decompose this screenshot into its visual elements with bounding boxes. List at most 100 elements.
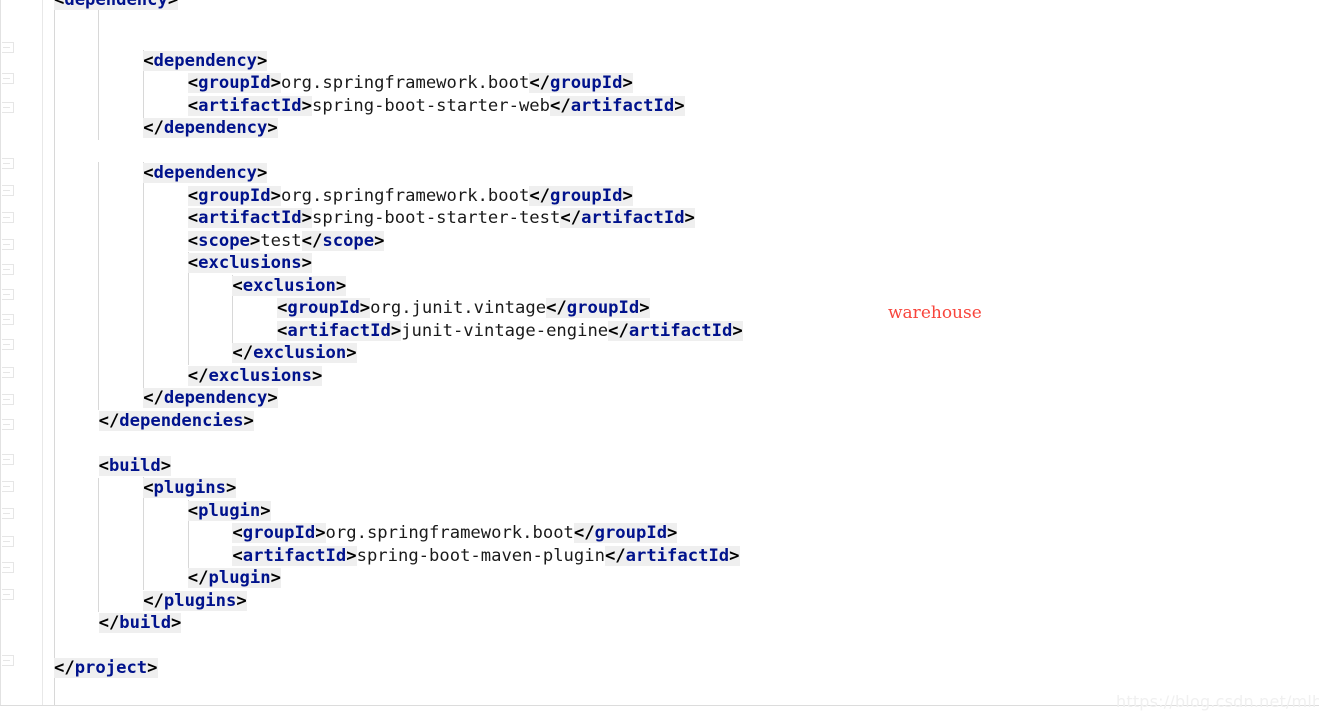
token-run-highlighted: <plugin> [187, 501, 271, 521]
xml-punctuation: > [622, 186, 633, 206]
xml-tag-name: groupId [566, 298, 640, 318]
token-run-highlighted: </groupId> [529, 186, 633, 206]
xml-tag-name: build [119, 613, 172, 633]
xml-punctuation: > [267, 388, 278, 408]
code-line[interactable]: <scope>test</scope> [187, 230, 385, 253]
code-editor-viewport[interactable]: <dependency> <dependency> <groupId>org.spr… [0, 0, 1319, 719]
xml-punctuation: </ [232, 343, 254, 363]
token-run-highlighted: </plugins> [143, 591, 247, 611]
code-line[interactable]: <dependency> [54, 0, 179, 12]
xml-punctuation: > [301, 253, 312, 273]
xml-punctuation: < [187, 501, 199, 521]
xml-punctuation: < [98, 456, 109, 476]
xml-tag-name: artifactId [581, 208, 685, 228]
xml-punctuation: < [277, 298, 288, 318]
code-line[interactable]: <exclusions> [187, 252, 312, 275]
code-line[interactable]: <dependency> [143, 162, 268, 185]
token-run-highlighted: </scope> [301, 231, 385, 251]
xml-punctuation: > [346, 343, 357, 363]
token-run-highlighted: <groupId> [187, 73, 281, 93]
xml-tag-name: exclusion [253, 343, 347, 363]
code-line[interactable]: <plugins> [143, 477, 237, 500]
xml-text-value: spring-boot-starter-test [312, 208, 561, 228]
xml-tag-name: dependency [153, 163, 258, 183]
code-line[interactable]: <plugin> [187, 500, 271, 523]
xml-punctuation: > [270, 73, 281, 93]
token-run-highlighted: </artifactId> [560, 208, 695, 228]
xml-tag-name: project [74, 658, 148, 678]
token-run-highlighted: <groupId> [277, 298, 371, 318]
xml-punctuation: > [374, 231, 385, 251]
code-lines-container[interactable]: <dependency> <dependency> <groupId>org.spr… [0, 0, 1319, 705]
code-line[interactable]: </project> [54, 657, 158, 680]
code-line[interactable]: <groupId>org.junit.vintage</groupId> [277, 297, 650, 320]
xml-punctuation: > [257, 163, 268, 183]
warehouse-annotation: warehouse [888, 303, 982, 323]
xml-punctuation: </ [143, 388, 164, 408]
code-line[interactable]: <build> [98, 455, 172, 478]
code-line[interactable]: <groupId>org.springframework.boot</group… [187, 185, 633, 208]
xml-punctuation: > [359, 298, 371, 318]
xml-tag-name: scope [198, 231, 250, 251]
xml-tag-name: dependency [163, 388, 268, 408]
token-run-highlighted: <build> [98, 456, 172, 476]
code-line[interactable]: </build> [98, 612, 182, 635]
xml-tag-name: groupId [287, 298, 360, 318]
token-run-highlighted: </artifactId> [550, 96, 685, 116]
xml-punctuation: </ [608, 321, 629, 341]
xml-tag-name: artifactId [628, 321, 733, 341]
code-line[interactable]: </dependency> [143, 387, 278, 410]
xml-tag-name: artifactId [198, 208, 302, 228]
xml-punctuation: > [225, 478, 237, 498]
xml-punctuation: > [311, 366, 323, 386]
code-line[interactable]: <groupId>org.springframework.boot</group… [187, 72, 633, 95]
xml-punctuation: > [171, 613, 182, 633]
xml-punctuation: > [639, 298, 650, 318]
code-line[interactable]: </plugins> [143, 590, 247, 613]
code-line[interactable]: <artifactId>spring-boot-starter-test</ar… [187, 207, 695, 230]
xml-tag-name: build [108, 456, 161, 476]
xml-tag-name: plugins [163, 591, 237, 611]
code-line[interactable]: <exclusion> [232, 275, 347, 298]
xml-tag-name: groupId [550, 186, 623, 206]
xml-text-value: junit-vintage-engine [401, 321, 609, 341]
xml-punctuation: </ [187, 568, 209, 588]
code-line[interactable]: <dependency> [143, 50, 268, 73]
token-run-highlighted: <groupId> [187, 186, 281, 206]
xml-punctuation: > [236, 591, 247, 611]
xml-tag-name: exclusions [208, 366, 312, 386]
token-run-highlighted: </dependencies> [98, 411, 254, 431]
code-line[interactable]: <artifactId>junit-vintage-engine</artifa… [277, 320, 743, 343]
token-run-highlighted: <artifactId> [232, 546, 357, 566]
token-run-highlighted: </groupId> [546, 298, 650, 318]
xml-punctuation: > [315, 523, 326, 543]
xml-text-value: spring-boot-maven-plugin [356, 546, 605, 566]
xml-punctuation: < [232, 276, 243, 296]
token-run-highlighted: </artifactId> [608, 321, 743, 341]
token-run-highlighted: <exclusions> [187, 253, 312, 273]
token-run-highlighted: <artifactId> [277, 321, 402, 341]
code-line[interactable]: </exclusions> [187, 365, 323, 388]
code-line[interactable]: </dependency> [143, 117, 278, 140]
code-line[interactable]: <groupId>org.springframework.boot</group… [232, 522, 678, 545]
xml-punctuation: > [684, 208, 695, 228]
code-line[interactable]: </exclusion> [232, 342, 357, 365]
xml-punctuation: > [167, 0, 179, 10]
token-run-plain: spring-boot-maven-plugin [357, 546, 605, 566]
code-line[interactable]: </plugin> [187, 567, 281, 590]
xml-punctuation: > [667, 523, 678, 543]
xml-punctuation: </ [550, 96, 571, 116]
token-run-highlighted: </dependency> [143, 388, 278, 408]
code-line[interactable]: <artifactId>spring-boot-starter-web</art… [187, 95, 685, 118]
token-run-highlighted: <plugins> [143, 478, 237, 498]
code-line[interactable]: </dependencies> [98, 410, 254, 433]
csdn-blog-watermark: https://blog.csdn.net/mlh955 [1116, 692, 1319, 711]
token-run-highlighted: <dependency> [54, 0, 179, 10]
xml-punctuation: > [260, 501, 271, 521]
token-run-highlighted: <scope> [187, 231, 261, 251]
token-run-highlighted: <exclusion> [232, 276, 347, 296]
code-line[interactable]: <artifactId>spring-boot-maven-plugin</ar… [232, 545, 740, 568]
token-run-highlighted: <artifactId> [187, 208, 312, 228]
token-run-plain: org.springframework.boot [326, 523, 574, 543]
token-run-highlighted: <artifactId> [187, 96, 312, 116]
